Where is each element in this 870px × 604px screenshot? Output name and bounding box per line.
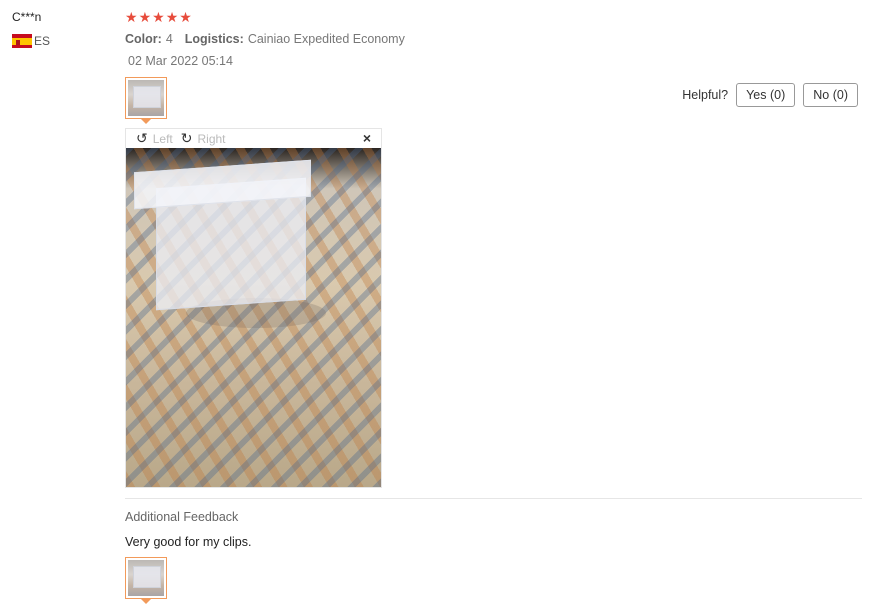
viewer-toolbar: ↺ Left ↻ Right × [126, 129, 381, 148]
reviewer-name: C***n [12, 10, 42, 24]
additional-photo-thumbnail[interactable] [125, 557, 167, 599]
logistics-info: Logistics: Cainiao Expedited Economy [185, 32, 405, 46]
helpful-no-button[interactable]: No (0) [803, 83, 858, 107]
spain-flag-icon [12, 34, 32, 48]
star-icon: ★ [179, 9, 192, 25]
rotate-right-icon: ↻ [180, 130, 193, 146]
thumbnail-caret [141, 599, 151, 604]
star-icon: ★ [125, 9, 138, 25]
review-photo-thumbnail[interactable] [125, 77, 167, 119]
close-icon[interactable]: × [363, 130, 371, 146]
review-date: 02 Mar 2022 05:14 [128, 54, 233, 68]
photo-viewer: ↺ Left ↻ Right × [125, 128, 382, 488]
rotate-left-label: Left [152, 131, 173, 146]
review-photo-large [126, 148, 381, 487]
additional-feedback-text: Very good for my clips. [125, 535, 252, 549]
additional-feedback-title: Additional Feedback [125, 510, 239, 524]
star-icon: ★ [138, 9, 152, 25]
rotate-left-button[interactable]: ↺ Left [136, 130, 173, 147]
rotate-right-button[interactable]: ↻ Right [181, 130, 226, 147]
helpful-section: Helpful? Yes (0) No (0) [682, 83, 858, 107]
rating-stars: ★ ★ ★ ★ ★ [125, 10, 192, 24]
reviewer-country: ES [12, 34, 50, 48]
helpful-yes-button[interactable]: Yes (0) [736, 83, 796, 107]
star-icon: ★ [165, 9, 179, 25]
country-code: ES [34, 34, 51, 48]
logistics-label: Logistics: [184, 32, 244, 46]
logistics-value: Cainiao Expedited Economy [247, 32, 405, 46]
rotate-right-label: Right [197, 131, 226, 146]
star-icon: ★ [152, 9, 165, 25]
divider [125, 498, 862, 499]
rotate-left-icon: ↺ [136, 130, 148, 146]
review-meta: Color: 4 Logistics: Cainiao Expedited Econ… [125, 32, 405, 46]
helpful-label: Helpful? [682, 88, 729, 102]
thumbnail-caret [141, 119, 151, 124]
color-info: Color: 4 [125, 32, 173, 46]
color-label: Color: [125, 32, 162, 46]
color-value: 4 [165, 32, 173, 46]
